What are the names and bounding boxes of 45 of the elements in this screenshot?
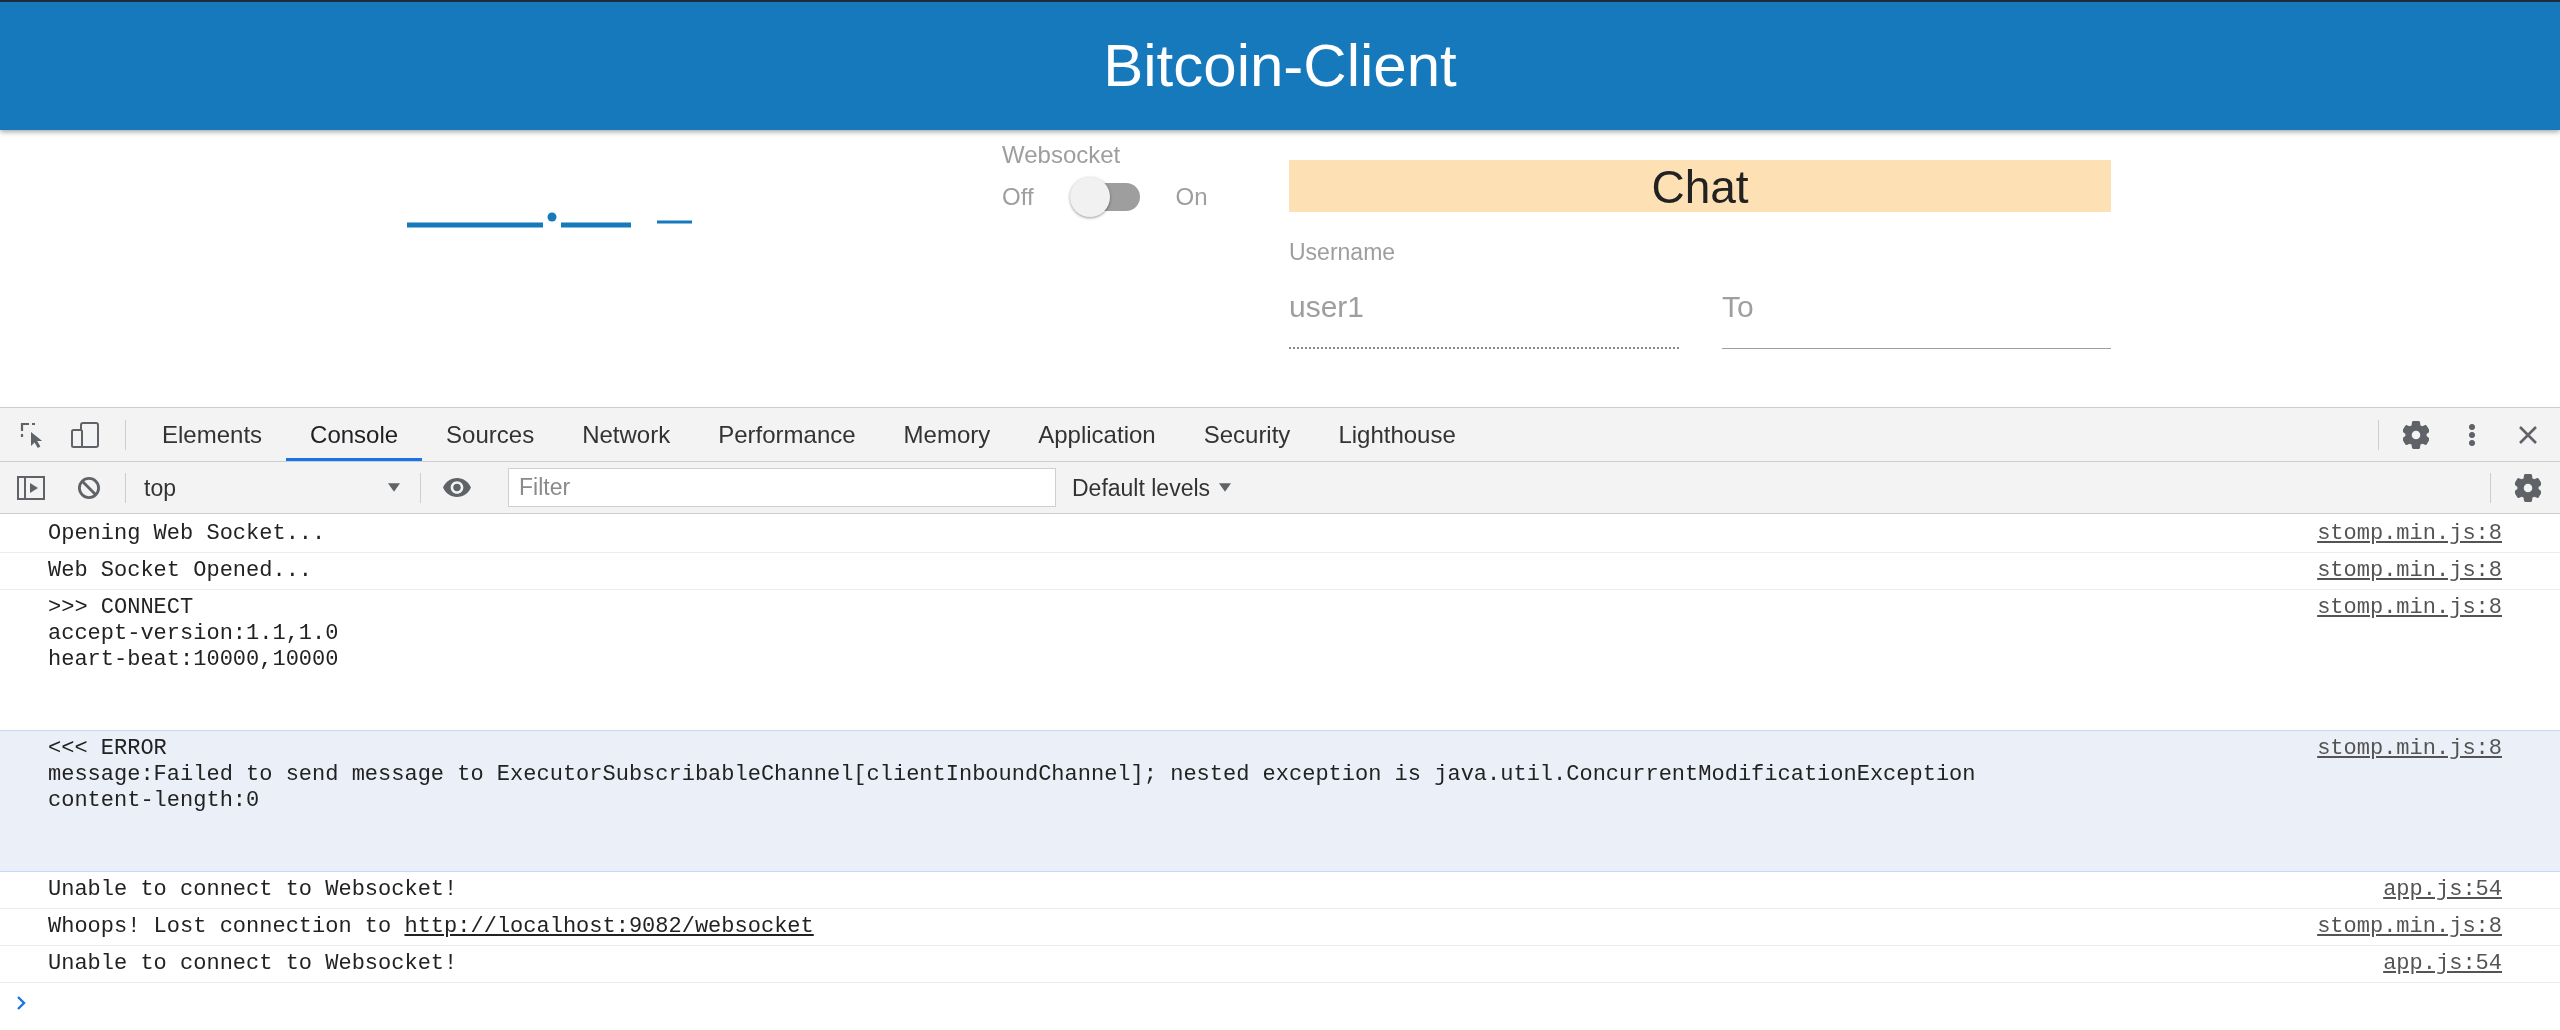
sidebar-toggle-icon[interactable] (17, 475, 45, 500)
devtools-tab[interactable]: Application (1014, 408, 1180, 461)
console-message: Whoops! Lost connection to http://localhost:9082/websocket (48, 914, 814, 940)
context-dropdown[interactable]: top (134, 473, 411, 502)
clear-console-icon[interactable] (77, 475, 101, 500)
settings-icon[interactable] (2515, 473, 2541, 502)
console-message: <<< ERROR message:Failed to send message to ExecutorSubscribableChannel[clientInboundChannel]; nested exception is java.util.ConcurrentModificationException content-length:0 (48, 736, 1976, 814)
app-title: Bitcoin-Client (1103, 31, 1457, 101)
devtools-tab[interactable]: Lighthouse (1314, 408, 1480, 461)
console-message: Unable to connect to Websocket! (48, 877, 458, 903)
eye-icon[interactable] (443, 478, 471, 497)
source-link[interactable]: app.js:54 (2383, 877, 2502, 903)
devtools-tab[interactable]: Sources (422, 408, 559, 461)
source-link[interactable]: stomp.min.js:8 (2317, 521, 2502, 547)
caret-icon (1219, 483, 1232, 492)
websocket-toggle[interactable] (1069, 177, 1140, 217)
chat-title: Chat (1289, 160, 2111, 212)
devtools-tab[interactable]: Performance (694, 408, 880, 461)
settings-icon[interactable] (2403, 420, 2429, 449)
devtools-tab[interactable]: Memory (879, 408, 1015, 461)
console-message: Web Socket Opened... (48, 558, 313, 584)
devtools-tab[interactable]: Network (558, 408, 695, 461)
source-link[interactable]: stomp.min.js:8 (2317, 558, 2502, 584)
source-link[interactable]: stomp.min.js:8 (2317, 736, 2502, 762)
devtools-tab[interactable]: Security (1179, 408, 1315, 461)
source-link[interactable]: stomp.min.js:8 (2317, 595, 2502, 621)
caret-icon (388, 483, 400, 492)
console-message: Opening Web Socket... (48, 521, 326, 547)
source-link[interactable]: stomp.min.js:8 (2317, 914, 2502, 940)
toggle-off-label: Off (1002, 183, 1034, 211)
console-message: Unable to connect to Websocket! (48, 951, 458, 977)
close-icon[interactable] (2518, 424, 2538, 445)
more-options-icon[interactable] (2469, 423, 2475, 446)
url-link[interactable]: http://localhost:9082/websocket (404, 914, 814, 939)
toggle-on-label: On (1175, 183, 1208, 211)
websocket-label: Websocket (1002, 141, 1121, 169)
recipient-field[interactable]: To (1722, 284, 2111, 349)
filter-field[interactable]: Filter (508, 468, 1056, 507)
device-icon[interactable] (71, 421, 99, 448)
devtools-tab[interactable]: Elements (138, 408, 287, 461)
log-levels-dropdown[interactable]: Default levels (1072, 473, 1232, 502)
console-message: >>> CONNECT accept-version:1.1,1.0 heart-beat:10000,10000 (48, 595, 339, 673)
username-label: Username (1289, 238, 1396, 266)
prompt-chevron-icon (16, 995, 26, 1011)
source-link[interactable]: app.js:54 (2383, 951, 2502, 977)
